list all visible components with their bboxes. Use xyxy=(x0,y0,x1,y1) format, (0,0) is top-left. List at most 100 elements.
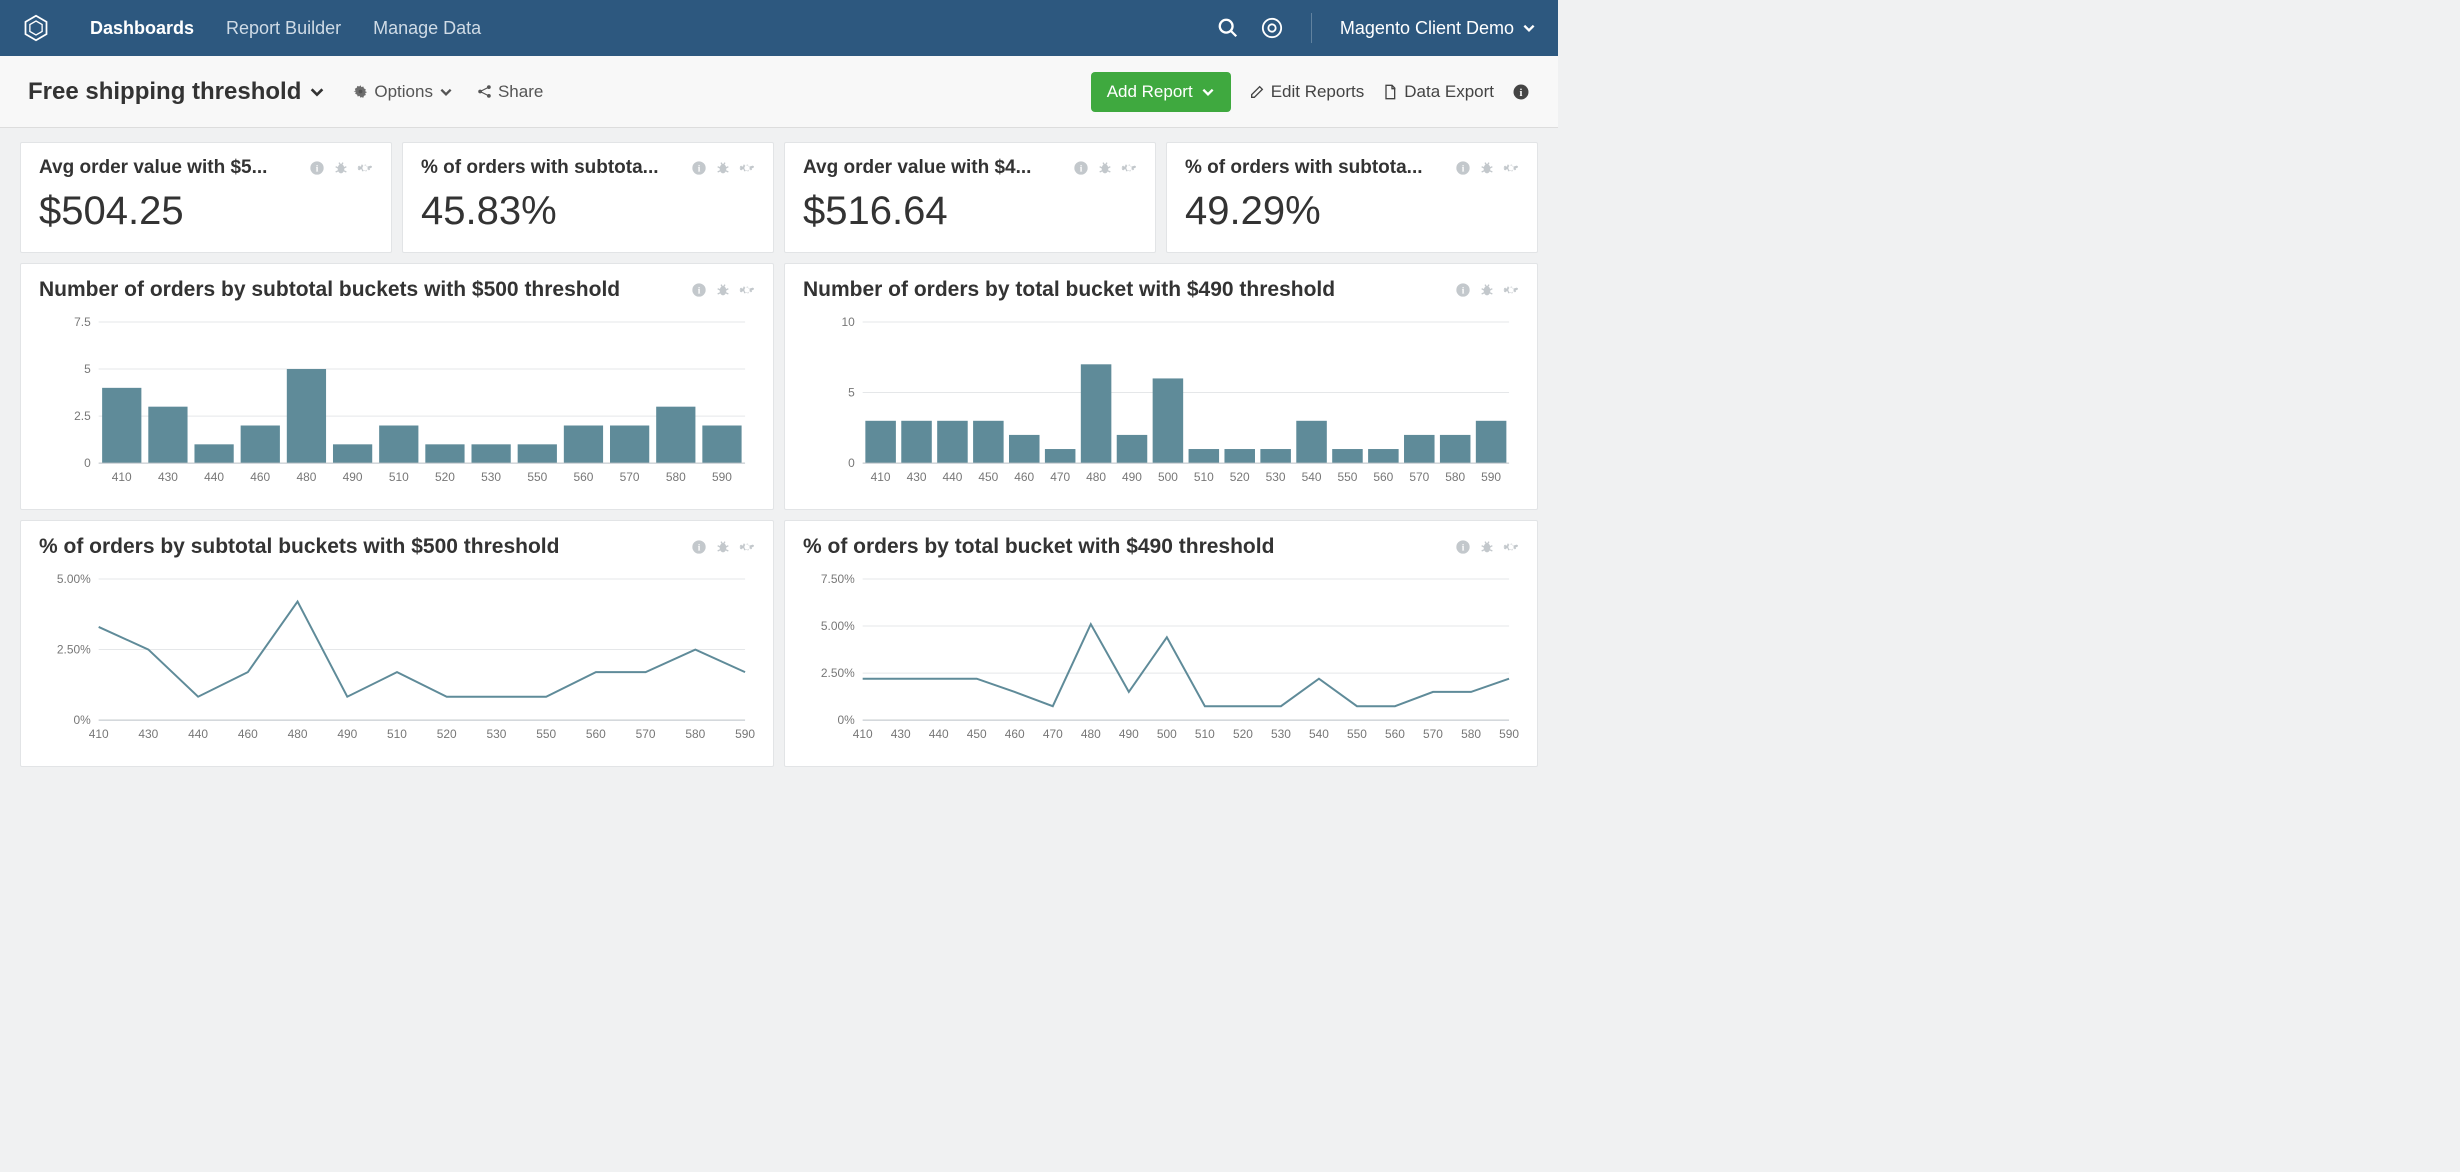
data-export-label: Data Export xyxy=(1404,82,1494,102)
gear-icon[interactable] xyxy=(1503,539,1519,555)
svg-text:530: 530 xyxy=(1266,470,1286,484)
svg-text:i: i xyxy=(1462,543,1465,553)
svg-text:580: 580 xyxy=(666,470,686,484)
info-icon[interactable]: i xyxy=(691,160,707,176)
info-icon[interactable]: i xyxy=(309,160,325,176)
card-action-icons: i xyxy=(1455,160,1519,176)
svg-text:570: 570 xyxy=(1423,727,1443,741)
svg-text:i: i xyxy=(1462,286,1465,296)
info-icon[interactable]: i xyxy=(691,282,707,298)
info-icon[interactable]: i xyxy=(691,539,707,555)
nav-link-dashboards[interactable]: Dashboards xyxy=(90,18,194,39)
gear-icon[interactable] xyxy=(739,160,755,176)
gear-icon xyxy=(353,84,368,99)
card-title: % of orders by subtotal buckets with $50… xyxy=(39,535,559,559)
metric-card: Avg order value with $5... i $504.25 xyxy=(20,142,392,253)
svg-text:5.00%: 5.00% xyxy=(57,572,91,586)
info-icon[interactable]: i xyxy=(1455,282,1471,298)
svg-text:2.50%: 2.50% xyxy=(57,643,91,657)
card-title: % of orders by total bucket with $490 th… xyxy=(803,535,1274,559)
gear-icon[interactable] xyxy=(1503,160,1519,176)
svg-text:i: i xyxy=(1080,164,1083,174)
svg-text:490: 490 xyxy=(1122,470,1142,484)
debug-icon[interactable] xyxy=(715,160,731,176)
options-button[interactable]: Options xyxy=(353,82,453,102)
dashboard-grid: Avg order value with $5... i $504.25 % o… xyxy=(0,128,1558,781)
metric-value: $516.64 xyxy=(803,189,1137,234)
metric-value: $504.25 xyxy=(39,189,373,234)
svg-text:590: 590 xyxy=(1499,727,1519,741)
svg-text:0: 0 xyxy=(84,456,91,470)
svg-text:510: 510 xyxy=(1194,470,1214,484)
account-menu[interactable]: Magento Client Demo xyxy=(1340,18,1536,39)
svg-text:460: 460 xyxy=(1014,470,1034,484)
svg-text:0%: 0% xyxy=(73,713,91,727)
svg-text:520: 520 xyxy=(437,727,457,741)
card-action-icons: i xyxy=(691,160,755,176)
info-icon[interactable]: i xyxy=(1455,160,1471,176)
card-action-icons: i xyxy=(1455,539,1519,555)
add-report-label: Add Report xyxy=(1107,82,1193,102)
svg-text:580: 580 xyxy=(1445,470,1465,484)
info-icon[interactable]: i xyxy=(1073,160,1089,176)
svg-text:560: 560 xyxy=(1373,470,1393,484)
svg-text:590: 590 xyxy=(712,470,732,484)
svg-text:520: 520 xyxy=(1233,727,1253,741)
svg-text:7.5: 7.5 xyxy=(74,315,91,329)
svg-text:0%: 0% xyxy=(837,713,855,727)
card-action-icons: i xyxy=(691,282,755,298)
svg-text:460: 460 xyxy=(250,470,270,484)
search-icon[interactable] xyxy=(1217,17,1239,39)
svg-text:i: i xyxy=(698,543,701,553)
debug-icon[interactable] xyxy=(715,282,731,298)
info-icon[interactable]: i xyxy=(1512,83,1530,101)
debug-icon[interactable] xyxy=(333,160,349,176)
svg-text:550: 550 xyxy=(536,727,556,741)
svg-text:590: 590 xyxy=(735,727,755,741)
svg-text:i: i xyxy=(698,164,701,174)
dashboard-title-dropdown[interactable]: Free shipping threshold xyxy=(28,78,325,106)
chevron-down-icon xyxy=(1522,21,1536,35)
gear-icon[interactable] xyxy=(1121,160,1137,176)
svg-text:540: 540 xyxy=(1309,727,1329,741)
account-label: Magento Client Demo xyxy=(1340,18,1514,39)
gear-icon[interactable] xyxy=(739,282,755,298)
gear-icon[interactable] xyxy=(739,539,755,555)
nav-link-report-builder[interactable]: Report Builder xyxy=(226,18,341,39)
svg-text:440: 440 xyxy=(188,727,208,741)
debug-icon[interactable] xyxy=(1097,160,1113,176)
svg-text:430: 430 xyxy=(158,470,178,484)
svg-text:570: 570 xyxy=(1409,470,1429,484)
metric-card: % of orders with subtota... i 49.29% xyxy=(1166,142,1538,253)
top-nav: Dashboards Report Builder Manage Data Ma… xyxy=(0,0,1558,56)
svg-text:560: 560 xyxy=(1385,727,1405,741)
svg-text:480: 480 xyxy=(288,727,308,741)
svg-text:560: 560 xyxy=(574,470,594,484)
nav-link-manage-data[interactable]: Manage Data xyxy=(373,18,481,39)
add-report-button[interactable]: Add Report xyxy=(1091,72,1231,112)
share-button[interactable]: Share xyxy=(477,82,543,102)
chart-area: 0%2.50%5.00%4104304404604804905105205305… xyxy=(39,569,755,748)
debug-icon[interactable] xyxy=(1479,539,1495,555)
gear-icon[interactable] xyxy=(1503,282,1519,298)
svg-text:510: 510 xyxy=(389,470,409,484)
svg-text:520: 520 xyxy=(435,470,455,484)
card-title: Number of orders by total bucket with $4… xyxy=(803,278,1335,302)
gear-icon[interactable] xyxy=(357,160,373,176)
debug-icon[interactable] xyxy=(1479,282,1495,298)
debug-icon[interactable] xyxy=(1479,160,1495,176)
svg-text:5: 5 xyxy=(848,386,855,400)
edit-reports-button[interactable]: Edit Reports xyxy=(1249,82,1365,102)
help-icon[interactable] xyxy=(1261,17,1283,39)
svg-text:7.50%: 7.50% xyxy=(821,572,855,586)
info-icon[interactable]: i xyxy=(1455,539,1471,555)
debug-icon[interactable] xyxy=(715,539,731,555)
metric-value: 45.83% xyxy=(421,189,755,234)
svg-text:5: 5 xyxy=(84,362,91,376)
data-export-button[interactable]: Data Export xyxy=(1382,82,1494,102)
svg-text:440: 440 xyxy=(204,470,224,484)
svg-text:480: 480 xyxy=(296,470,316,484)
nav-divider xyxy=(1311,13,1312,43)
card-title: Avg order value with $5... xyxy=(39,157,267,179)
svg-text:410: 410 xyxy=(112,470,132,484)
